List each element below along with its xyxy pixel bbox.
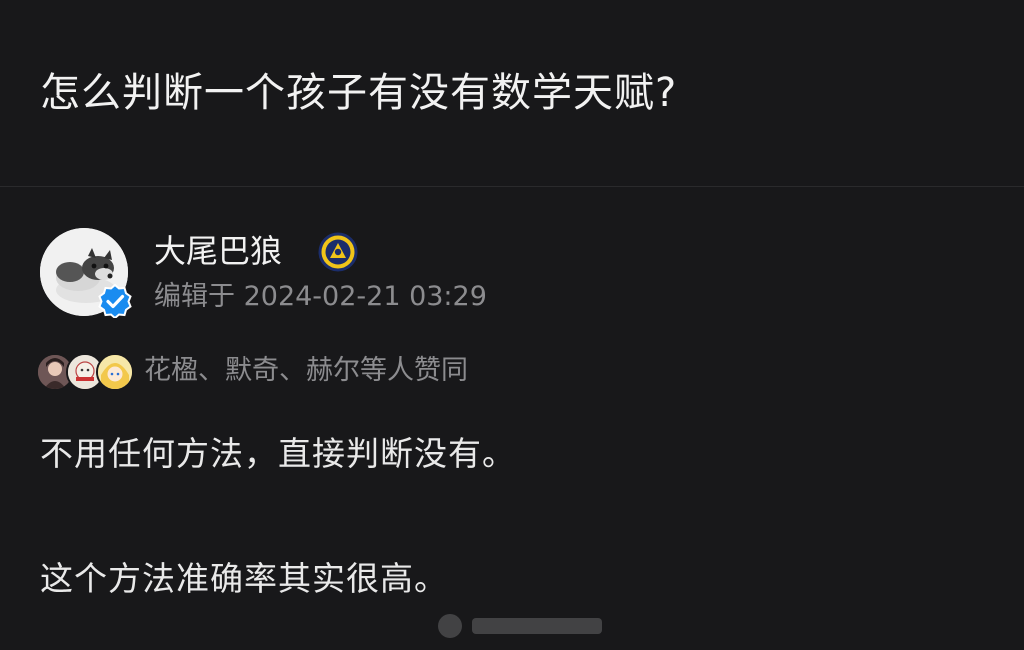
author-name[interactable]: 大尾巴狼 [154,228,282,274]
watermark [420,606,620,646]
edit-timestamp: 编辑于 2024-02-21 03:29 [154,281,487,312]
question-title[interactable]: 怎么判断一个孩子有没有数学天赋? [40,65,677,121]
divider [0,186,1024,187]
upvote-summary[interactable]: 花楹、默奇、赫尔等人赞同 [36,350,736,394]
author-header: 大尾巴狼 编辑于 2024-02-21 03:29 [40,226,940,322]
upvote-names[interactable]: 花楹、默奇、赫尔等人赞同 [144,350,468,392]
voter-avatar [96,353,134,391]
answer-paragraph: 不用任何方法，直接判断没有。 [40,434,516,473]
verified-icon [98,283,132,320]
medal-icon[interactable] [318,232,358,272]
answer-paragraph: 这个方法准确率其实很高。 [40,559,448,598]
